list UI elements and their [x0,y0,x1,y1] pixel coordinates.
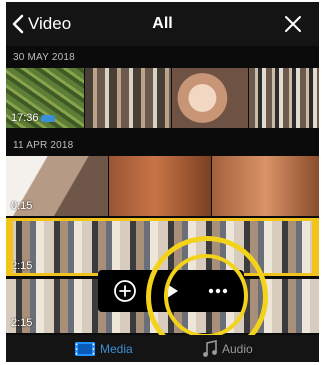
navigation-bar: Video All [6,2,319,46]
video-thumbnail[interactable]: 17:36 [6,68,84,128]
clip-action-popup [98,270,244,312]
play-clip-button[interactable] [150,270,194,312]
page-title: All [152,15,173,32]
bottom-tab-bar: Media Audio [6,335,319,362]
tab-label: Audio [222,341,253,356]
section-date: 11 APR 2018 [13,140,74,151]
section-date: 30 MAY 2018 [13,52,75,63]
tab-audio[interactable]: Audio [202,335,253,362]
clip-duration: 0:15 [11,200,33,212]
close-icon[interactable] [283,14,303,34]
trim-handle-left[interactable] [6,221,13,273]
cloud-badge-icon [40,114,55,122]
play-icon [167,284,178,298]
video-thumbnail[interactable] [212,156,319,216]
clip-row: 0:15 [6,156,319,216]
add-clip-button[interactable] [102,270,148,312]
trim-handle-right[interactable] [312,221,319,273]
video-thumbnail[interactable] [172,68,248,128]
plus-circle-icon [114,280,136,302]
clip-duration: 17:36 [11,112,55,124]
video-thumbnail[interactable]: 0:15 [6,156,108,216]
video-thumbnail[interactable] [109,156,211,216]
more-dots-icon [208,288,228,294]
more-options-button[interactable] [196,270,240,312]
film-icon [75,341,95,356]
tab-label: Media [100,341,133,356]
app-window: Video All 30 MAY 2018 17:36 11 APR 2018 … [6,2,319,362]
video-thumbnail[interactable] [85,68,171,128]
tab-media[interactable]: Media [74,335,133,362]
video-thumbnail[interactable] [249,68,319,128]
clip-duration: 2:15 [11,317,33,329]
music-note-icon [203,339,217,357]
selection-frame [6,218,319,276]
clip-row: 17:36 [6,68,319,128]
